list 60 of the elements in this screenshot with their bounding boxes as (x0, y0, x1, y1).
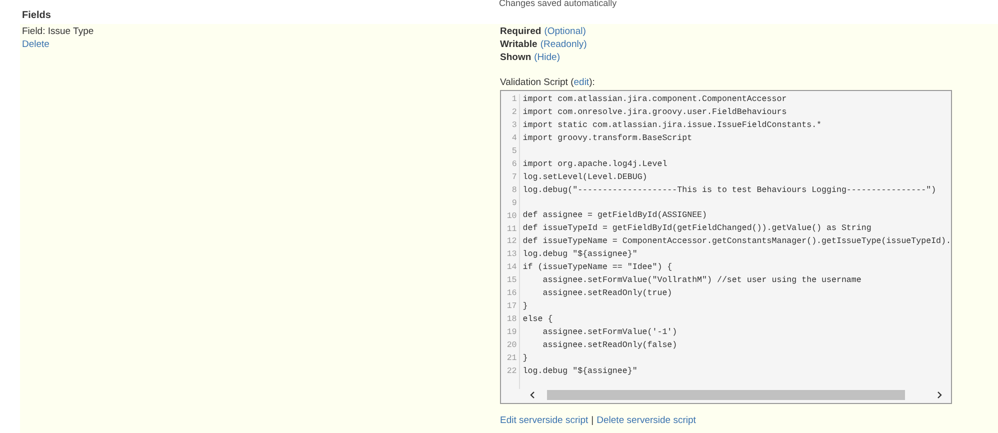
scroll-right-icon[interactable] (935, 390, 943, 398)
line-number: 8 (510, 184, 517, 197)
line-number: 19 (506, 327, 517, 340)
scroll-left-icon[interactable] (529, 390, 537, 398)
line-number: 9 (510, 198, 517, 210)
option-label: Required (500, 25, 542, 38)
delete-script-link[interactable]: Delete serverside script (596, 414, 696, 427)
delete-link[interactable]: Delete (22, 39, 50, 50)
scrollbar-thumb[interactable] (547, 390, 905, 400)
line-number: 17 (506, 301, 517, 314)
code-line: assignee.setReadOnly(true) (542, 289, 672, 298)
line-number: 20 (506, 340, 517, 352)
line-number: 2 (510, 106, 517, 119)
line-number: 3 (510, 120, 517, 132)
code-line: def assignee = getFieldById(ASSIGNEE) (522, 211, 708, 220)
line-number: 16 (506, 288, 517, 300)
code-line: log.debug("--------------------This is to test Behaviours Logging----------------") (522, 186, 936, 195)
option-link[interactable]: (Hide) (534, 51, 560, 64)
option-link[interactable]: (Optional) (544, 25, 586, 38)
line-number: 15 (506, 275, 517, 288)
option-link[interactable]: (Readonly) (540, 38, 587, 51)
link-separator: | (591, 414, 594, 427)
validation-label: Validation Script (edit): (500, 76, 596, 89)
code-line: import groovy.transform.BaseScript (522, 134, 692, 143)
code-line: } (522, 354, 528, 363)
code-line: import static com.atlassian.jira.issue.IssueFieldConstants.* (522, 120, 822, 130)
code-line: def issueTypeName = ComponentAccessor.getConstantsManager().getIssueType(issueTypeId). (522, 237, 951, 246)
line-number: 12 (506, 236, 517, 248)
code-editor[interactable] (500, 90, 952, 404)
option-label: Shown (500, 51, 532, 64)
option-label: Writable (500, 38, 538, 51)
code-line: log.debug "${assignee}" (522, 366, 638, 376)
code-line: assignee.setFormValue('-1') (542, 328, 678, 337)
line-number: 6 (510, 158, 517, 171)
code-line: if (issueTypeName == "Idee") { (522, 263, 672, 272)
line-number: 7 (510, 172, 517, 184)
line-number: 1 (510, 94, 517, 106)
code-line: assignee.setFormValue("VollrathM") //set user using the username (542, 276, 862, 286)
code-line: import org.apache.log4j.Level (522, 160, 668, 169)
line-number: 22 (506, 366, 517, 378)
code-line: import com.onresolve.jira.groovy.user.FieldBehaviours (522, 108, 787, 117)
code-line: else { (522, 314, 553, 324)
code-line: import com.atlassian.jira.component.ComponentAccessor (522, 95, 787, 104)
edit-script-link[interactable]: Edit serverside script (500, 414, 588, 427)
field-label: Field: Issue Type (22, 25, 95, 38)
line-number: 4 (510, 132, 517, 145)
line-number: 5 (510, 146, 517, 158)
edit-link[interactable]: edit (574, 77, 590, 88)
line-number: 10 (506, 210, 517, 223)
section-title: Fields (21, 9, 52, 23)
line-number: 11 (506, 224, 517, 236)
code-line: log.setLevel(Level.DEBUG) (522, 172, 648, 182)
code-line: assignee.setReadOnly(false) (542, 340, 678, 350)
line-number: 13 (506, 249, 517, 262)
code-line: def issueTypeId = getFieldById(getFieldChanged()).getValue() as String (522, 224, 872, 234)
line-number: 21 (506, 353, 517, 366)
line-number: 18 (506, 314, 517, 326)
line-number: 14 (506, 262, 517, 274)
code-line: log.debug "${assignee}" (522, 250, 638, 260)
code-line: } (522, 302, 528, 311)
